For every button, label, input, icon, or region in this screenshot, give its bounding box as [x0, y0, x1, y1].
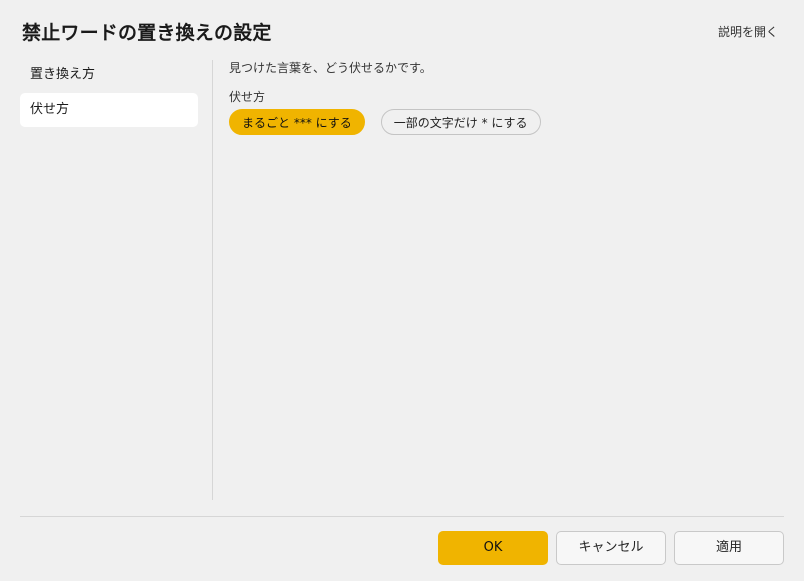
vertical-divider	[212, 60, 213, 500]
ok-button[interactable]: OK	[438, 531, 548, 565]
footer-divider	[20, 516, 784, 517]
sidebar-item-replace-method[interactable]: 置き換え方	[20, 58, 198, 92]
settings-dialog: 禁止ワードの置き換えの設定 説明を開く 置き換え方 伏せ方 見つけた言葉を、どう…	[0, 0, 804, 581]
cancel-button[interactable]: キャンセル	[556, 531, 666, 565]
sidebar-item-mask-method[interactable]: 伏せ方	[20, 93, 198, 127]
section-description: 見つけた言葉を、どう伏せるかです。	[229, 61, 432, 75]
sidebar: 置き換え方 伏せ方	[20, 58, 198, 128]
content-panel: 見つけた言葉を、どう伏せるかです。 伏せ方 まるごと *** にする 一部の文字…	[229, 60, 779, 135]
apply-button[interactable]: 適用	[674, 531, 784, 565]
dialog-title: 禁止ワードの置き換えの設定	[22, 22, 272, 44]
mask-method-options: まるごと *** にする 一部の文字だけ * にする	[229, 109, 779, 135]
option-mask-partial[interactable]: 一部の文字だけ * にする	[380, 109, 541, 135]
option-mask-whole[interactable]: まるごと *** にする	[229, 109, 365, 135]
mask-method-label: 伏せ方	[229, 90, 266, 104]
help-link[interactable]: 説明を開く	[718, 23, 778, 40]
